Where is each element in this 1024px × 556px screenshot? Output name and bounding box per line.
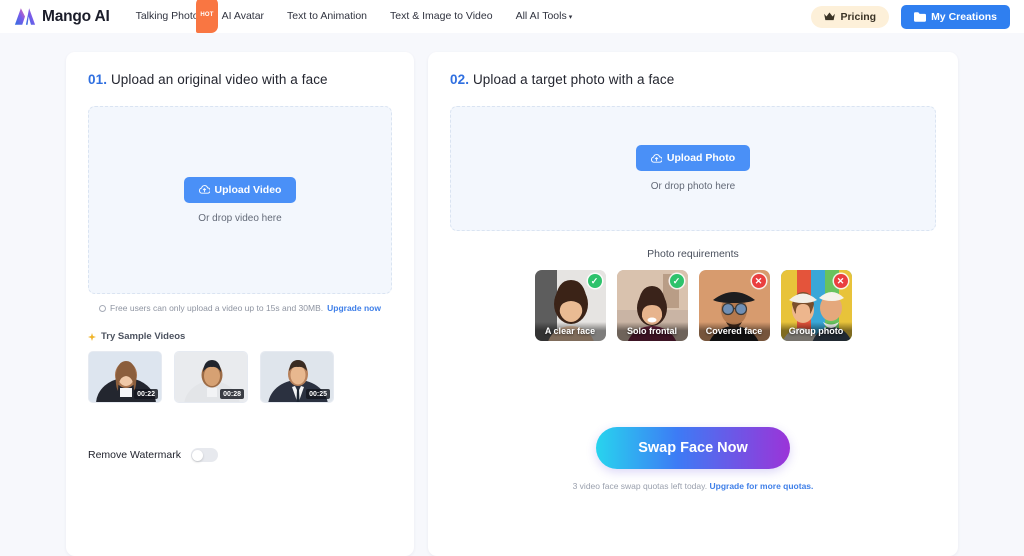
nav-item-label: All AI Tools [515, 9, 567, 22]
step-2-number: 02. [450, 72, 470, 87]
sparkle-icon [88, 332, 96, 341]
info-icon [99, 304, 107, 312]
upload-video-button[interactable]: Upload Video [183, 176, 297, 203]
requirement-solo-frontal: ✓ Solo frontal [616, 270, 688, 341]
cloud-upload-icon [650, 153, 662, 163]
step-1-number: 01. [88, 72, 108, 87]
step-2-title: 02. Upload a target photo with a face [450, 72, 936, 87]
top-navbar: Mango AI Talking Photo HOT AI Avatar Tex… [0, 0, 1024, 33]
sample-videos-label: Try Sample Videos [101, 331, 186, 342]
sample-video-1[interactable]: 00:22 [88, 351, 162, 403]
nav-links: Talking Photo HOT AI Avatar Text to Anim… [135, 0, 573, 34]
sample-duration: 00:25 [306, 389, 330, 399]
photo-dropzone[interactable]: Upload Photo Or drop photo here [450, 106, 936, 231]
step-1-title: 01. Upload an original video with a face [88, 72, 392, 87]
remove-watermark-toggle[interactable] [190, 448, 218, 462]
step-2-card: 02. Upload a target photo with a face Up… [428, 52, 958, 556]
quota-text: 3 video face swap quotas left today. [572, 481, 708, 491]
sample-video-3[interactable]: 00:25 [260, 351, 334, 403]
my-creations-label: My Creations [931, 10, 997, 23]
mango-ai-logo-icon [14, 8, 36, 25]
requirement-caption: Solo frontal [616, 322, 688, 341]
sample-videos-list: 00:22 00:28 00:25 [88, 351, 392, 403]
cross-icon: ✕ [751, 274, 766, 288]
requirement-covered-face: ✕ Covered face [698, 270, 770, 341]
sample-duration: 00:22 [134, 389, 158, 399]
swap-cta-area: Swap Face Now 3 video face swap quotas l… [450, 427, 936, 491]
upgrade-quotas-link[interactable]: Upgrade for more quotas. [709, 481, 813, 491]
chevron-down-icon: ▾ [568, 13, 573, 21]
step-1-card: 01. Upload an original video with a face… [66, 52, 414, 556]
requirement-caption: A clear face [534, 322, 606, 341]
folder-icon [914, 11, 927, 22]
sample-videos-header: Try Sample Videos [88, 331, 392, 342]
requirement-caption: Group photo [780, 322, 852, 341]
sample-video-2[interactable]: 00:28 [174, 351, 248, 403]
nav-actions: Pricing My Creations [811, 4, 1010, 29]
toggle-knob [192, 449, 204, 461]
nav-item-ai-avatar[interactable]: AI Avatar [222, 0, 264, 33]
main-stage: 01. Upload an original video with a face… [0, 33, 1024, 556]
photo-drop-hint: Or drop photo here [650, 181, 736, 192]
brand-name: Mango AI [42, 7, 110, 25]
photo-requirements-title: Photo requirements [647, 248, 739, 260]
step-2-heading: Upload a target photo with a face [472, 72, 675, 87]
nav-item-text-to-animation[interactable]: Text to Animation [287, 0, 367, 33]
brand-logo[interactable]: Mango AI [14, 7, 110, 26]
upload-photo-button[interactable]: Upload Photo [635, 145, 751, 171]
step-1-heading: Upload an original video with a face [110, 72, 328, 87]
remove-watermark-row: Remove Watermark [88, 448, 392, 462]
nav-item-label: Talking Photo [135, 10, 199, 22]
pricing-button[interactable]: Pricing [811, 5, 890, 28]
sample-duration: 00:28 [220, 389, 244, 399]
video-limit-text: Free users can only upload a video up to… [110, 303, 324, 313]
nav-item-text-image-to-video[interactable]: Text & Image to Video [390, 0, 493, 33]
nav-item-talking-photo[interactable]: Talking Photo HOT [135, 0, 218, 33]
upgrade-now-link[interactable]: Upgrade now [327, 303, 381, 313]
photo-requirements-list: ✓ A clear face ✓ Solo frontal ✕ Covered … [450, 270, 936, 341]
quota-note: 3 video face swap quotas left today. Upg… [450, 481, 936, 491]
requirement-group-photo: ✕ Group photo [780, 270, 852, 341]
cloud-upload-icon [198, 185, 210, 194]
video-drop-hint: Or drop video here [198, 212, 282, 224]
upload-photo-label: Upload Photo [666, 152, 736, 164]
crown-icon [824, 12, 836, 21]
requirement-caption: Covered face [698, 322, 770, 341]
my-creations-button[interactable]: My Creations [901, 4, 1010, 29]
video-dropzone[interactable]: Upload Video Or drop video here [88, 106, 392, 294]
cross-icon: ✕ [833, 274, 848, 288]
video-limit-note: Free users can only upload a video up to… [88, 303, 392, 313]
hot-badge: HOT [196, 0, 218, 33]
pricing-label: Pricing [840, 10, 877, 23]
requirement-clear-face: ✓ A clear face [534, 270, 606, 341]
swap-face-now-button[interactable]: Swap Face Now [596, 427, 790, 469]
remove-watermark-label: Remove Watermark [88, 449, 181, 461]
nav-item-all-ai-tools[interactable]: All AI Tools ▾ [516, 0, 573, 34]
check-icon: ✓ [587, 274, 602, 288]
upload-video-label: Upload Video [214, 183, 282, 196]
check-icon: ✓ [669, 274, 684, 288]
